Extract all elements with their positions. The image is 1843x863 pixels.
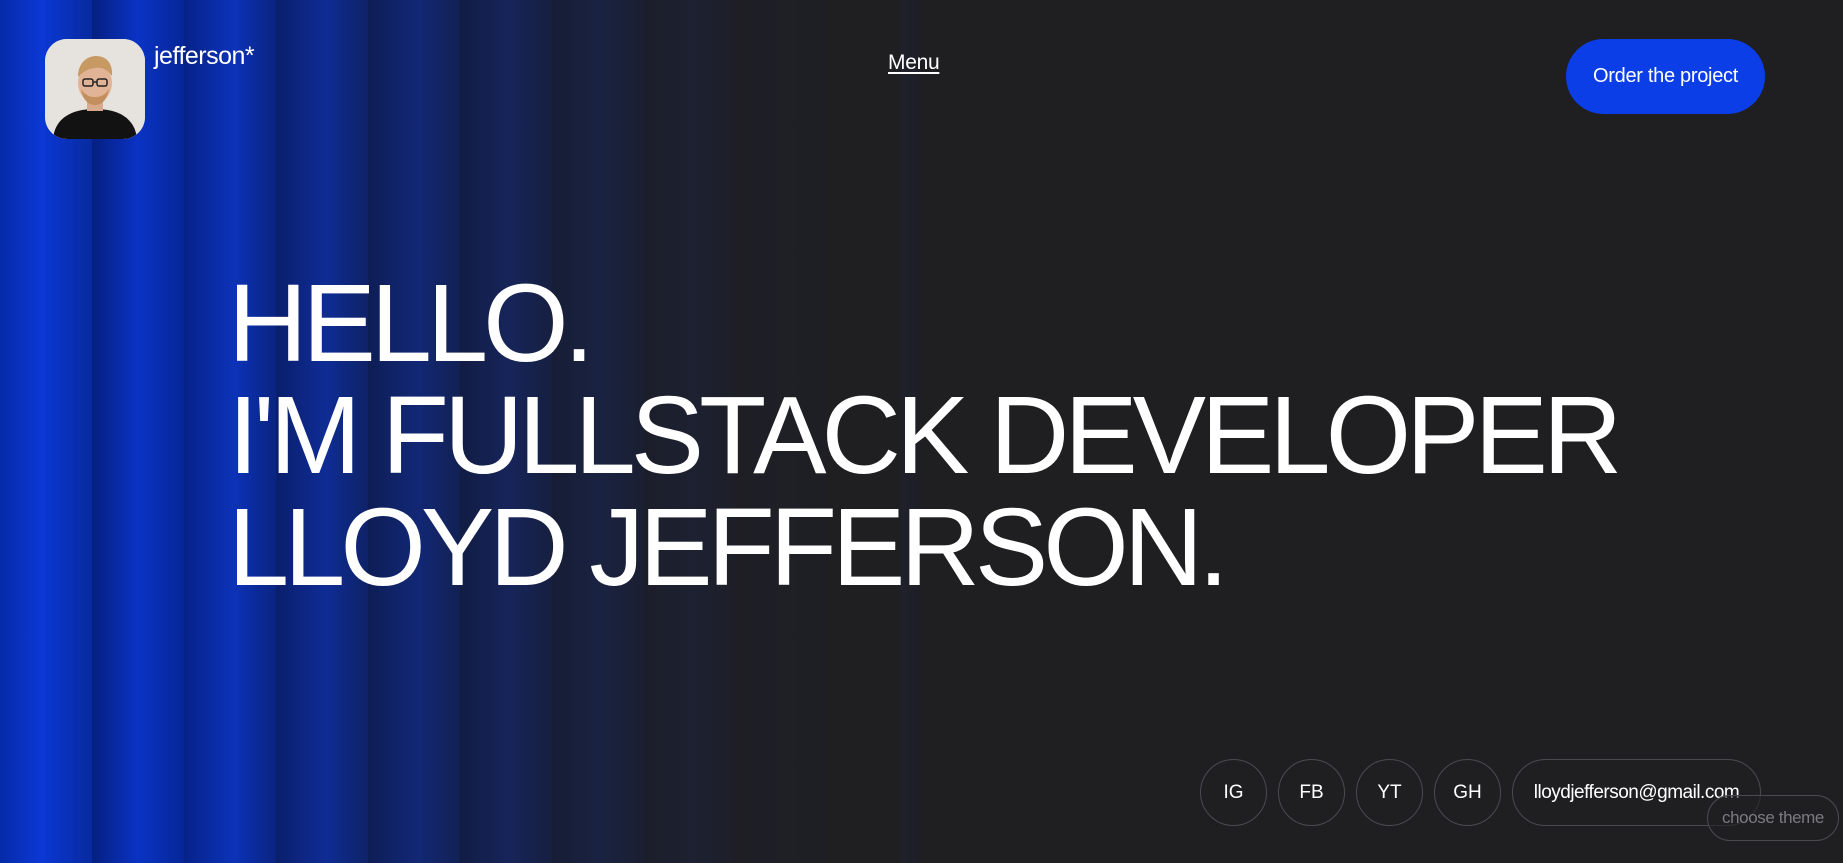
hero-headline: HELLO. I'M FULLSTACK DEVELOPER LLOYD JEF… <box>228 262 1622 609</box>
landing-page: jefferson* Menu Order the project HELLO.… <box>0 0 1843 863</box>
brand-name[interactable]: jefferson* <box>154 42 255 71</box>
order-project-button[interactable]: Order the project <box>1566 39 1765 114</box>
choose-theme-button[interactable]: choose theme <box>1707 795 1839 841</box>
hero-line-role: I'M FULLSTACK DEVELOPER <box>228 374 1622 497</box>
youtube-link[interactable]: YT <box>1356 759 1423 826</box>
instagram-link[interactable]: IG <box>1200 759 1267 826</box>
hero-line-greeting: HELLO. <box>228 262 594 385</box>
github-link[interactable]: GH <box>1434 759 1501 826</box>
menu-link[interactable]: Menu <box>888 51 940 75</box>
facebook-link[interactable]: FB <box>1278 759 1345 826</box>
portrait-image <box>45 39 145 139</box>
avatar[interactable] <box>45 39 145 139</box>
social-links: IG FB YT GH lloydjefferson@gmail.com <box>1200 759 1761 826</box>
hero-line-name: LLOYD JEFFERSON. <box>228 486 1229 609</box>
